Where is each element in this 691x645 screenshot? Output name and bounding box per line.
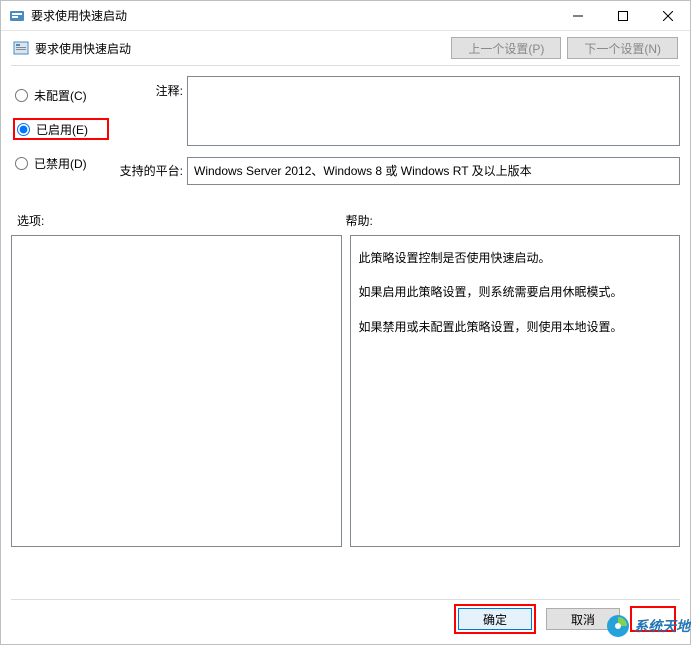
app-icon bbox=[9, 8, 25, 24]
comment-textarea[interactable] bbox=[187, 76, 680, 146]
next-setting-button[interactable]: 下一个设置(N) bbox=[567, 37, 678, 59]
options-label: 选项: bbox=[17, 212, 346, 229]
policy-title: 要求使用快速启动 bbox=[35, 40, 131, 57]
label-column: 注释: 支持的平台: bbox=[113, 76, 183, 188]
supported-platform-text: Windows Server 2012、Windows 8 或 Windows … bbox=[194, 164, 532, 178]
radio-not-configured-label: 未配置(C) bbox=[34, 87, 87, 104]
platform-label: 支持的平台: bbox=[113, 162, 183, 188]
ok-button-highlight: 确定 bbox=[454, 604, 536, 634]
header-row: 要求使用快速启动 上一个设置(P) 下一个设置(N) bbox=[1, 31, 690, 65]
panels: 此策略设置控制是否使用快速启动。 如果启用此策略设置，则系统需要启用休眠模式。 … bbox=[1, 235, 690, 547]
ok-button[interactable]: 确定 bbox=[458, 608, 532, 630]
radio-disabled-input[interactable] bbox=[15, 157, 28, 170]
radio-enabled-label: 已启用(E) bbox=[36, 121, 88, 138]
policy-icon bbox=[13, 40, 29, 56]
section-labels: 选项: 帮助: bbox=[1, 188, 690, 235]
radio-not-configured-input[interactable] bbox=[15, 89, 28, 102]
cancel-button-wrap: 取消 bbox=[544, 606, 622, 632]
radio-disabled-label: 已禁用(D) bbox=[34, 155, 87, 172]
cancel-button[interactable]: 取消 bbox=[546, 608, 620, 630]
window-title: 要求使用快速启动 bbox=[31, 7, 127, 24]
radio-disabled[interactable]: 已禁用(D) bbox=[13, 152, 109, 174]
prev-setting-button[interactable]: 上一个设置(P) bbox=[451, 37, 561, 59]
supported-platform-box: Windows Server 2012、Windows 8 或 Windows … bbox=[187, 157, 680, 185]
footer-divider bbox=[11, 599, 680, 600]
divider bbox=[11, 65, 680, 66]
help-label: 帮助: bbox=[346, 212, 675, 229]
help-paragraph: 此策略设置控制是否使用快速启动。 bbox=[359, 248, 672, 268]
footer: 确定 取消 bbox=[1, 604, 690, 634]
help-paragraph: 如果禁用或未配置此策略设置，则使用本地设置。 bbox=[359, 317, 672, 337]
titlebar: 要求使用快速启动 bbox=[1, 1, 690, 31]
apply-button-highlight bbox=[630, 606, 676, 632]
radio-enabled-input[interactable] bbox=[17, 123, 30, 136]
maximize-button[interactable] bbox=[600, 1, 645, 31]
radio-enabled[interactable]: 已启用(E) bbox=[13, 118, 109, 140]
radio-not-configured[interactable]: 未配置(C) bbox=[13, 84, 109, 106]
comment-label: 注释: bbox=[113, 82, 183, 108]
close-button[interactable] bbox=[645, 1, 690, 31]
radio-group: 未配置(C) 已启用(E) 已禁用(D) bbox=[11, 76, 109, 186]
minimize-button[interactable] bbox=[555, 1, 600, 31]
options-panel[interactable] bbox=[11, 235, 342, 547]
field-column: Windows Server 2012、Windows 8 或 Windows … bbox=[187, 76, 680, 185]
help-paragraph: 如果启用此策略设置，则系统需要启用休眠模式。 bbox=[359, 282, 672, 302]
help-panel[interactable]: 此策略设置控制是否使用快速启动。 如果启用此策略设置，则系统需要启用休眠模式。 … bbox=[350, 235, 681, 547]
